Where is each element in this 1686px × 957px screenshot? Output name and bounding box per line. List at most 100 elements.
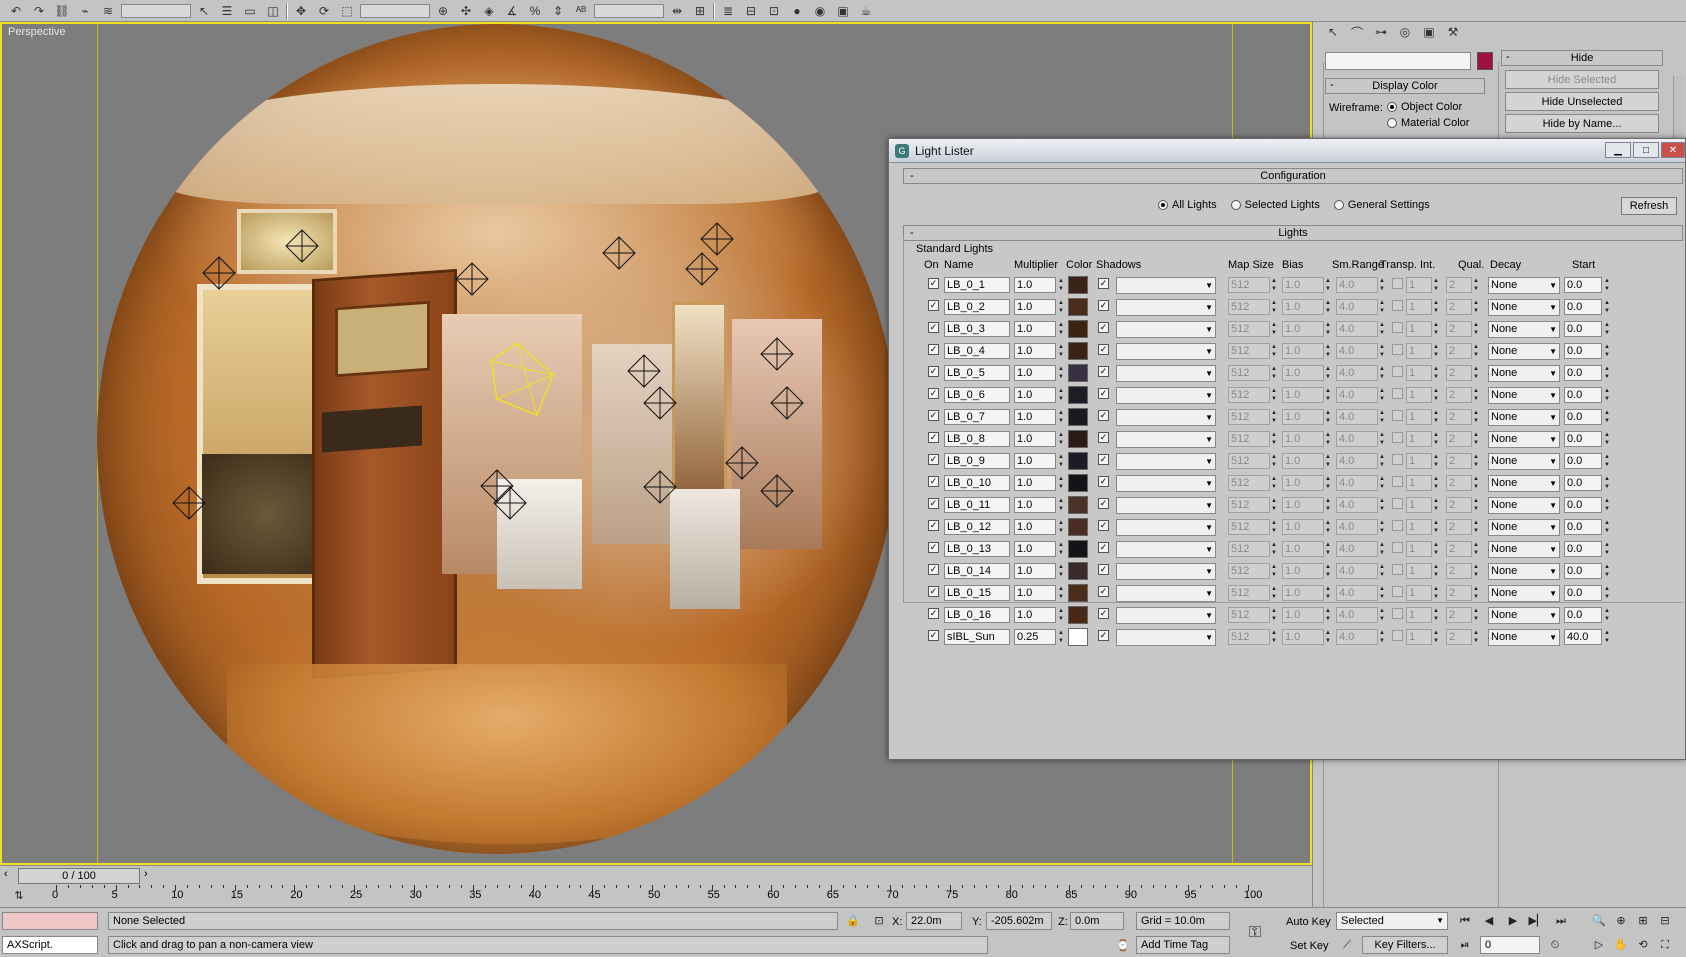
create-tab-icon[interactable]: ↖ xyxy=(1323,24,1343,40)
auto-key-button[interactable]: Auto Key xyxy=(1286,916,1331,928)
light-on-checkbox[interactable]: ✓ xyxy=(928,300,939,311)
map-size-field[interactable]: 512 xyxy=(1228,365,1270,381)
map-size-field[interactable]: 512 xyxy=(1228,299,1270,315)
start-field[interactable]: 0.0 xyxy=(1564,299,1602,315)
transparency-checkbox[interactable] xyxy=(1392,498,1403,509)
map-size-spinner-icon[interactable]: ▲ ▼ xyxy=(1270,277,1278,293)
schematic-view-icon[interactable]: ⊡ xyxy=(764,3,784,19)
angle-snap-icon[interactable]: ∡ xyxy=(502,3,522,19)
bias-field[interactable]: 1.0 xyxy=(1282,409,1324,425)
transparency-checkbox[interactable] xyxy=(1392,630,1403,641)
start-field[interactable]: 0.0 xyxy=(1564,431,1602,447)
shadows-checkbox[interactable]: ✓ xyxy=(1098,476,1109,487)
light-on-checkbox[interactable]: ✓ xyxy=(928,410,939,421)
shadows-checkbox[interactable]: ✓ xyxy=(1098,542,1109,553)
decay-dropdown[interactable]: None ▼ xyxy=(1488,585,1560,602)
sm-range-field[interactable]: 4.0 xyxy=(1336,541,1378,557)
sm-range-field[interactable]: 4.0 xyxy=(1336,343,1378,359)
light-on-checkbox[interactable]: ✓ xyxy=(928,322,939,333)
start-field[interactable]: 0.0 xyxy=(1564,607,1602,623)
light-name-field[interactable]: LB_0_3 xyxy=(944,321,1010,337)
bias-field[interactable]: 1.0 xyxy=(1282,453,1324,469)
map-size-field[interactable]: 512 xyxy=(1228,497,1270,513)
pivot-icon[interactable]: ⊕ xyxy=(433,3,453,19)
shadow-type-dropdown[interactable]: ▼ xyxy=(1116,519,1216,536)
maxscript-listener-pink[interactable] xyxy=(2,912,98,930)
light-multiplier-field[interactable]: 1.0 xyxy=(1014,519,1056,535)
bias-field[interactable]: 1.0 xyxy=(1282,277,1324,293)
int-field[interactable]: 1 xyxy=(1406,629,1432,645)
named-selection-sets-dropdown[interactable] xyxy=(594,3,664,18)
light-gizmo[interactable] xyxy=(202,256,236,290)
bias-spinner-icon[interactable]: ▲ ▼ xyxy=(1324,299,1332,315)
shadows-checkbox[interactable]: ✓ xyxy=(1098,564,1109,575)
selection-lock-icon[interactable]: 🔒 xyxy=(844,912,862,930)
light-color-swatch[interactable] xyxy=(1068,320,1088,338)
object-color-radio[interactable]: Object Color xyxy=(1387,101,1462,113)
light-name-field[interactable]: LB_0_9 xyxy=(944,453,1010,469)
motion-tab-icon[interactable]: ◎ xyxy=(1395,24,1415,40)
bias-field[interactable]: 1.0 xyxy=(1282,607,1324,623)
rendered-frame-window-icon[interactable]: ▣ xyxy=(833,3,853,19)
shadows-checkbox[interactable]: ✓ xyxy=(1098,520,1109,531)
shadow-type-dropdown[interactable]: ▼ xyxy=(1116,453,1216,470)
light-color-swatch[interactable] xyxy=(1068,276,1088,294)
shadows-checkbox[interactable]: ✓ xyxy=(1098,388,1109,399)
sm-range-spinner-icon[interactable]: ▲ ▼ xyxy=(1378,343,1386,359)
sm-range-spinner-icon[interactable]: ▲ ▼ xyxy=(1378,563,1386,579)
modify-tab-icon[interactable]: ⌒ xyxy=(1347,24,1367,40)
multiplier-spinner-icon[interactable]: ▲ ▼ xyxy=(1057,277,1065,293)
int-field[interactable]: 1 xyxy=(1406,387,1432,403)
light-gizmo[interactable] xyxy=(285,229,319,263)
bias-spinner-icon[interactable]: ▲ ▼ xyxy=(1324,365,1332,381)
sm-range-field[interactable]: 4.0 xyxy=(1336,409,1378,425)
multiplier-spinner-icon[interactable]: ▲ ▼ xyxy=(1057,343,1065,359)
light-on-checkbox[interactable]: ✓ xyxy=(928,344,939,355)
shadows-checkbox[interactable]: ✓ xyxy=(1098,300,1109,311)
bias-spinner-icon[interactable]: ▲ ▼ xyxy=(1324,343,1332,359)
time-tag-icon[interactable]: ⌚ xyxy=(1114,937,1132,955)
map-size-spinner-icon[interactable]: ▲ ▼ xyxy=(1270,519,1278,535)
qual-spinner-icon[interactable]: ▲ ▼ xyxy=(1472,541,1480,557)
maximize-viewport-icon[interactable]: ⛶ xyxy=(1656,936,1674,954)
start-spinner-icon[interactable]: ▲ ▼ xyxy=(1603,497,1611,513)
start-field[interactable]: 0.0 xyxy=(1564,387,1602,403)
light-gizmo[interactable] xyxy=(725,446,759,480)
light-lister-titlebar[interactable]: G Light Lister xyxy=(889,139,1685,163)
zoom-icon[interactable]: 🔍 xyxy=(1590,912,1608,930)
map-size-field[interactable]: 512 xyxy=(1228,585,1270,601)
sm-range-spinner-icon[interactable]: ▲ ▼ xyxy=(1378,321,1386,337)
sm-range-field[interactable]: 4.0 xyxy=(1336,431,1378,447)
light-multiplier-field[interactable]: 1.0 xyxy=(1014,277,1056,293)
utilities-tab-icon[interactable]: ⚒ xyxy=(1443,24,1463,40)
light-color-swatch[interactable] xyxy=(1068,562,1088,580)
sm-range-spinner-icon[interactable]: ▲ ▼ xyxy=(1378,607,1386,623)
transparency-checkbox[interactable] xyxy=(1392,608,1403,619)
decay-dropdown[interactable]: None ▼ xyxy=(1488,629,1560,646)
light-multiplier-field[interactable]: 1.0 xyxy=(1014,453,1056,469)
light-name-field[interactable]: LB_0_12 xyxy=(944,519,1010,535)
bias-field[interactable]: 1.0 xyxy=(1282,431,1324,447)
start-spinner-icon[interactable]: ▲ ▼ xyxy=(1603,475,1611,491)
map-size-spinner-icon[interactable]: ▲ ▼ xyxy=(1270,585,1278,601)
multiplier-spinner-icon[interactable]: ▲ ▼ xyxy=(1057,365,1065,381)
shadow-type-dropdown[interactable]: ▼ xyxy=(1116,277,1216,294)
light-color-swatch[interactable] xyxy=(1068,452,1088,470)
undo-icon[interactable]: ↶ xyxy=(6,3,26,19)
decay-dropdown[interactable]: None ▼ xyxy=(1488,541,1560,558)
int-field[interactable]: 1 xyxy=(1406,541,1432,557)
bias-spinner-icon[interactable]: ▲ ▼ xyxy=(1324,431,1332,447)
sm-range-field[interactable]: 4.0 xyxy=(1336,585,1378,601)
map-size-spinner-icon[interactable]: ▲ ▼ xyxy=(1270,607,1278,623)
multiplier-spinner-icon[interactable]: ▲ ▼ xyxy=(1057,321,1065,337)
light-gizmo[interactable] xyxy=(770,386,804,420)
start-spinner-icon[interactable]: ▲ ▼ xyxy=(1603,387,1611,403)
hide-unselected-button[interactable]: Hide Unselected xyxy=(1505,92,1659,111)
shadow-type-dropdown[interactable]: ▼ xyxy=(1116,365,1216,382)
start-spinner-icon[interactable]: ▲ ▼ xyxy=(1603,321,1611,337)
bias-field[interactable]: 1.0 xyxy=(1282,475,1324,491)
int-spinner-icon[interactable]: ▲ ▼ xyxy=(1432,541,1440,557)
shadows-checkbox[interactable]: ✓ xyxy=(1098,278,1109,289)
int-field[interactable]: 1 xyxy=(1406,497,1432,513)
bias-field[interactable]: 1.0 xyxy=(1282,563,1324,579)
